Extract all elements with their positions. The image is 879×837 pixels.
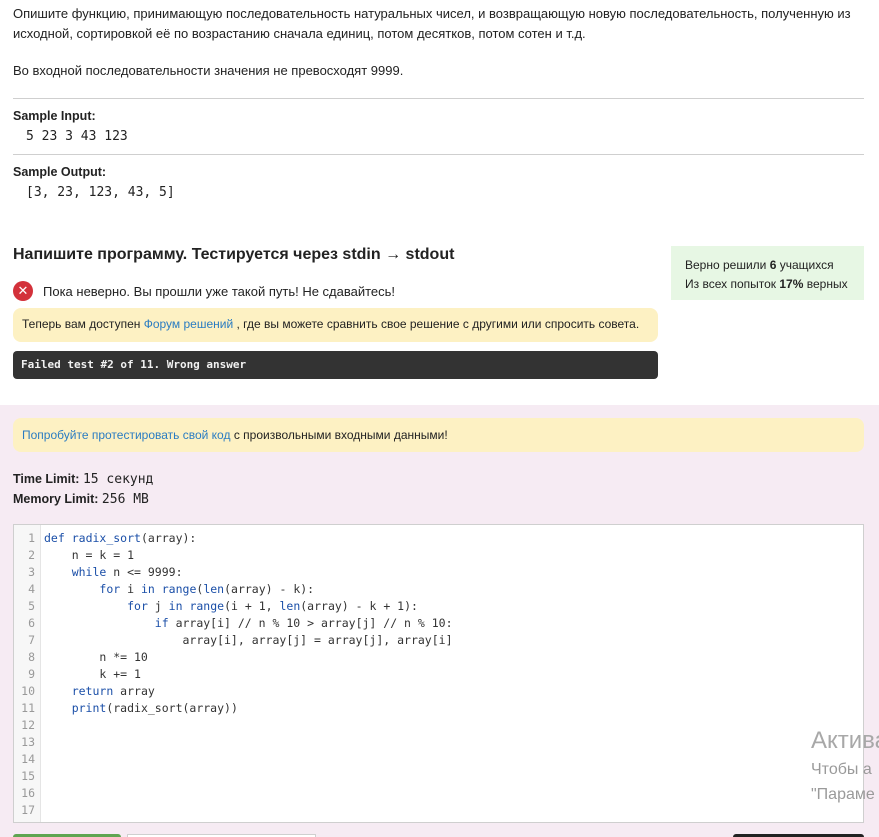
description-paragraph-1: Опишите функцию, принимающую последовате… (13, 6, 851, 41)
sample-input-value: 5 23 3 43 123 (26, 129, 128, 144)
task-description: Опишите функцию, принимающую последовате… (13, 4, 864, 81)
divider (13, 154, 864, 155)
try-code-suffix: с произвольными входными данными! (230, 428, 448, 442)
memory-limit-value: 256 MB (101, 492, 149, 507)
line-number: 2 (28, 548, 35, 562)
stats-solved-suffix: учащихся (776, 258, 834, 272)
windows-activation-watermark-line: "Параме (811, 786, 875, 803)
stats-attempts-prefix: Из всех попыток (685, 277, 780, 291)
description-paragraph-2: Во входной последовательности значения н… (13, 63, 404, 78)
submission-status: ✕ Пока неверно. Вы прошли уже такой путь… (13, 281, 395, 301)
line-number: 12 (21, 718, 35, 732)
forum-link[interactable]: Форум решений (144, 317, 233, 331)
code-text[interactable]: def radix_sort(array): n = k = 1 while n… (44, 530, 453, 717)
task-heading: Напишите программу. Тестируется через st… (13, 246, 455, 263)
error-cross-icon: ✕ (13, 281, 33, 301)
time-limit: Time Limit: 15 секунд (13, 472, 153, 487)
line-number: 14 (21, 752, 35, 766)
line-number: 4 (28, 582, 35, 596)
sample-input-title: Sample Input: (13, 109, 96, 123)
sample-output-value: [3, 23, 123, 43, 5] (26, 185, 175, 200)
line-number-gutter: 1 2 3 4 5 6 7 8 9 10 11 12 13 14 15 16 17 (14, 525, 41, 822)
memory-limit: Memory Limit: 256 MB (13, 492, 149, 507)
stats-attempts-suffix: верных (803, 277, 848, 291)
line-number: 11 (21, 701, 35, 715)
try-code-notice: Попробуйте протестировать свой код с про… (13, 418, 864, 452)
windows-activation-watermark-line: Чтобы а (811, 761, 872, 778)
line-number: 1 (28, 531, 35, 545)
forum-notice-prefix: Теперь вам доступен (22, 317, 144, 331)
code-editor[interactable]: 1 2 3 4 5 6 7 8 9 10 11 12 13 14 15 16 17 def radix_sort… (13, 524, 864, 823)
stats-solved-prefix: Верно решили (685, 258, 770, 272)
task-description-section: Опишите функцию, принимающую последовате… (13, 0, 864, 81)
line-number: 5 (28, 599, 35, 613)
time-limit-label: Time Limit: (13, 472, 80, 486)
windows-activation-watermark-title: Актива (811, 727, 879, 754)
line-number: 8 (28, 650, 35, 664)
line-number: 7 (28, 633, 35, 647)
line-number: 17 (21, 803, 35, 817)
stats-solved: Верно решили 6 учащихся (685, 256, 864, 275)
line-number: 9 (28, 667, 35, 681)
line-number: 10 (21, 684, 35, 698)
time-limit-value: 15 секунд (82, 472, 154, 487)
divider (13, 98, 864, 99)
failed-test-message: Failed test #2 of 11. Wrong answer (13, 351, 658, 379)
forum-notice: Теперь вам доступен Форум решений , где … (13, 308, 658, 342)
stats-box: Верно решили 6 учащихся Из всех попыток … (671, 246, 864, 300)
status-message: Пока неверно. Вы прошли уже такой путь! … (43, 283, 396, 299)
memory-limit-label: Memory Limit: (13, 492, 99, 506)
try-code-link[interactable]: Попробуйте протестировать свой код (22, 428, 230, 442)
line-number: 16 (21, 786, 35, 800)
forum-notice-suffix: , где вы можете сравнить свое решение с … (233, 317, 640, 331)
line-number: 15 (21, 769, 35, 783)
sample-output-title: Sample Output: (13, 165, 107, 179)
line-number: 3 (28, 565, 35, 579)
stats-attempts: Из всех попыток 17% верных (685, 275, 864, 294)
line-number: 6 (28, 616, 35, 630)
line-number: 13 (21, 735, 35, 749)
stats-attempts-percent: 17% (779, 277, 804, 291)
